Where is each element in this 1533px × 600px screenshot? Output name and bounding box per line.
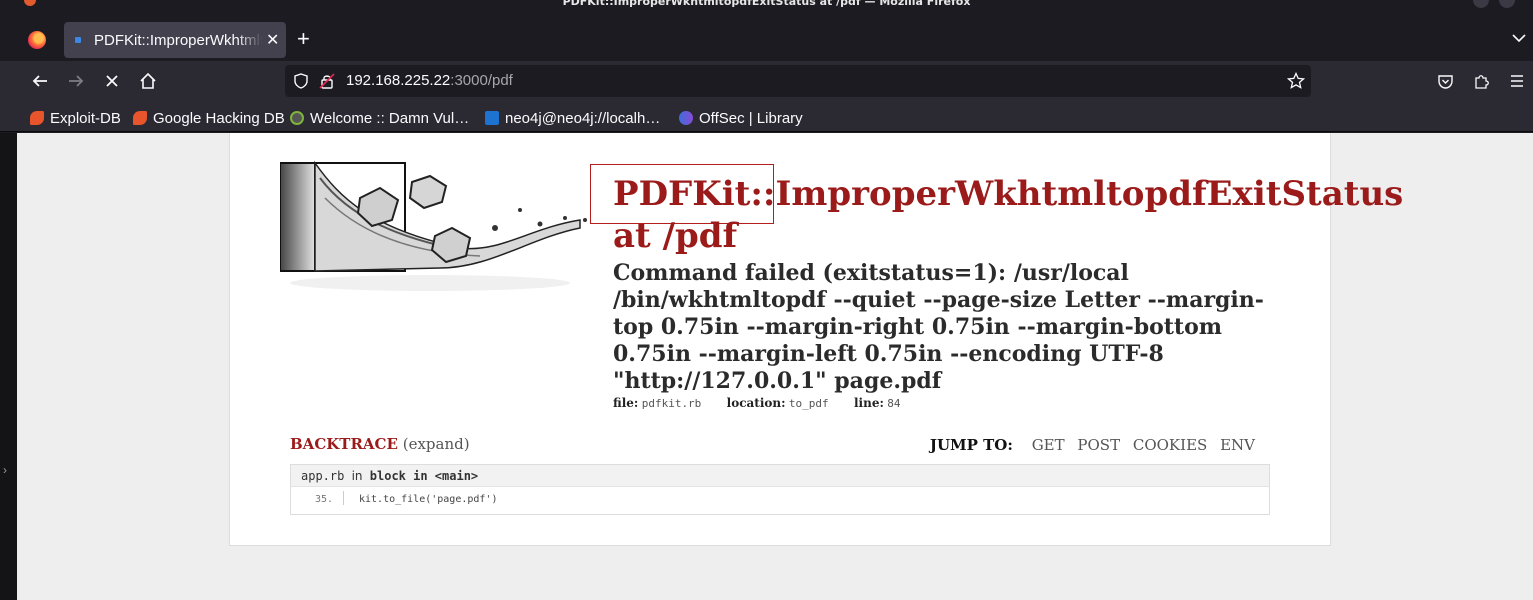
- jump-link-env[interactable]: ENV: [1220, 436, 1255, 454]
- error-title-line2: at /pdf: [613, 216, 738, 256]
- url-bar[interactable]: 192.168.225.22:3000/pdf: [285, 65, 1311, 97]
- frame-file: app.rb: [301, 469, 345, 483]
- bookmark-star-icon[interactable]: [1287, 72, 1305, 90]
- tab-active[interactable]: PDFKit::ImproperWkhtmltopdfExitStatus at…: [64, 22, 286, 58]
- bookmark-label: Google Hacking DB: [153, 109, 285, 127]
- file-label: file:: [613, 396, 639, 410]
- terminal-icon: [485, 111, 499, 125]
- bookmark-google-hacking-db[interactable]: Google Hacking DB: [133, 108, 285, 128]
- back-icon[interactable]: [28, 69, 52, 93]
- window-title: PDFKit::ImproperWkhtmltopdfExitStatus at…: [562, 0, 971, 8]
- bookmark-offsec-library[interactable]: OffSec | Library: [679, 108, 803, 128]
- bookmark-dvwa[interactable]: Welcome :: Damn Vul…: [290, 108, 469, 128]
- navigation-toolbar: 192.168.225.22:3000/pdf: [0, 61, 1533, 102]
- line-label: line:: [854, 396, 884, 410]
- exploit-db-icon: [30, 111, 44, 125]
- frame-in: in: [351, 469, 363, 483]
- bookmark-label: Exploit-DB: [50, 109, 121, 127]
- jump-link-get[interactable]: GET: [1032, 436, 1065, 454]
- extensions-icon[interactable]: [1473, 73, 1490, 90]
- dvwa-icon: [290, 111, 304, 125]
- file-value: pdfkit.rb: [641, 397, 702, 410]
- jump-to-nav: JUMP TO: GET POST COOKIES ENV: [930, 436, 1255, 454]
- tab-label: PDFKit::ImproperWkhtmltopdfExitStatus at…: [94, 31, 262, 49]
- forward-icon[interactable]: [64, 69, 88, 93]
- page-viewport: PDFKit::ImproperWkhtmltopdfExitStatus at…: [17, 133, 1533, 600]
- rails-error-logo-image: [280, 160, 587, 291]
- offsec-icon: [679, 111, 693, 125]
- code-line-number: 35.: [315, 494, 334, 505]
- page-favicon-icon: [75, 37, 81, 43]
- error-page-container: PDFKit::ImproperWkhtmltopdfExitStatus at…: [229, 133, 1403, 546]
- desktop-edge: ›: [0, 133, 17, 600]
- bookmark-label: OffSec | Library: [699, 109, 803, 127]
- backtrace-label: BACKTRACE: [290, 435, 398, 453]
- backtrace-expand-link[interactable]: (expand): [403, 435, 470, 453]
- location-label: location:: [726, 396, 786, 410]
- pocket-icon[interactable]: [1437, 73, 1454, 90]
- tab-close-icon[interactable]: ✕: [266, 30, 279, 50]
- code-gutter-divider: [343, 491, 344, 505]
- firefox-logo-icon[interactable]: [28, 31, 46, 49]
- line-value: 84: [887, 397, 901, 410]
- error-title-line1: PDFKit::ImproperWkhtmltopdfExitStatus: [613, 174, 1404, 214]
- shield-icon[interactable]: [293, 73, 309, 89]
- frame-header[interactable]: app.rb in block in <main>: [291, 465, 1269, 487]
- bookmark-neo4j[interactable]: neo4j@neo4j://localh…: [485, 108, 660, 128]
- window-titlebar: PDFKit::ImproperWkhtmltopdfExitStatus at…: [0, 0, 1533, 8]
- jump-to-label: JUMP TO:: [929, 436, 1013, 454]
- code-source: kit.to_file('page.pdf'): [359, 494, 498, 505]
- url-host: 192.168.225.22: [346, 72, 451, 89]
- bookmark-label: Welcome :: Damn Vul…: [310, 109, 470, 127]
- bookmarks-toolbar: Exploit-DB Google Hacking DB Welcome :: …: [0, 102, 1533, 132]
- location-value: to_pdf: [788, 397, 829, 410]
- bookmark-exploit-db[interactable]: Exploit-DB: [30, 108, 121, 128]
- url-path: :3000/pdf: [450, 72, 513, 89]
- backtrace-frame[interactable]: app.rb in block in <main> 35. kit.to_fil…: [290, 464, 1270, 515]
- frame-context: block in <main>: [369, 469, 479, 483]
- backtrace-header: BACKTRACE (expand): [290, 435, 470, 453]
- tab-list-icon[interactable]: [1511, 30, 1527, 46]
- error-title: PDFKit::ImproperWkhtmltopdfExitStatus at…: [613, 173, 1403, 257]
- new-tab-icon[interactable]: +: [297, 28, 310, 50]
- chevron-right-icon[interactable]: ›: [3, 463, 7, 477]
- tab-strip: PDFKit::ImproperWkhtmltopdfExitStatus at…: [0, 8, 1533, 61]
- home-icon[interactable]: [136, 69, 160, 93]
- error-file-info: file: pdfkit.rb location: to_pdf line: 8…: [613, 396, 923, 410]
- frame-code-line: 35. kit.to_file('page.pdf'): [291, 487, 1269, 514]
- url-text[interactable]: 192.168.225.22:3000/pdf: [346, 72, 513, 89]
- lock-icon[interactable]: [319, 73, 335, 89]
- stop-icon[interactable]: [100, 69, 124, 93]
- google-hacking-db-icon: [133, 111, 147, 125]
- jump-link-cookies[interactable]: COOKIES: [1133, 436, 1207, 454]
- jump-link-post[interactable]: POST: [1077, 436, 1120, 454]
- menu-icon[interactable]: [1509, 73, 1525, 89]
- error-message: Command failed (exitstatus=1): /usr/loca…: [613, 260, 1264, 394]
- bookmark-label: neo4j@neo4j://localh…: [505, 109, 661, 127]
